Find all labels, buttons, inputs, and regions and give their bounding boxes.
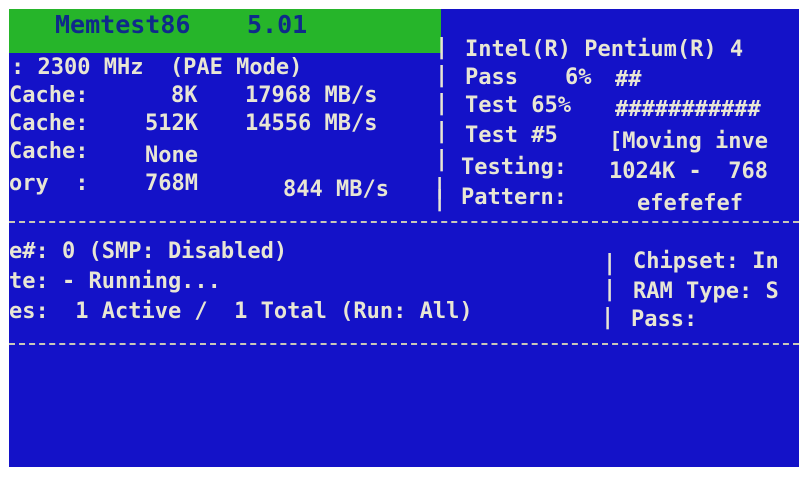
run-state: te: - Running...	[9, 269, 221, 294]
test-progress-bar: ###########	[615, 97, 761, 122]
core-status: e#: 0 (SMP: Disabled)	[9, 239, 288, 264]
l1-cache-speed: 17968 MB/s	[245, 83, 378, 108]
chipset-label: Chipset: In	[633, 249, 779, 274]
column-separator: |	[435, 91, 449, 116]
app-title: Memtest86	[55, 10, 191, 39]
l1-cache-label: Cache:	[9, 83, 89, 108]
memory-label: ory :	[9, 171, 89, 196]
l2-cache-size: 512K	[145, 111, 198, 136]
l2-cache-speed: 14556 MB/s	[245, 111, 378, 136]
column-separator: |	[603, 277, 617, 302]
testing-label: Testing:	[461, 155, 567, 180]
l3-cache-label: Cache:	[9, 139, 89, 164]
cpu-clock: : 2300 MHz (PAE Mode)	[11, 55, 303, 80]
memtest-screen: Memtest86 5.01 : 2300 MHz (PAE Mode) Cac…	[9, 9, 799, 467]
section-divider	[9, 221, 799, 223]
column-separator: |	[435, 119, 449, 144]
column-separator: |	[433, 187, 447, 212]
pass-percent: 6%	[565, 65, 592, 90]
column-separator: |	[435, 63, 449, 88]
column-separator: |	[603, 251, 617, 276]
l2-cache-label: Cache:	[9, 111, 89, 136]
test-label: Test 65%	[465, 93, 571, 118]
test-number-label: Test #5	[465, 123, 558, 148]
ram-type-label: RAM Type: S	[633, 279, 779, 304]
cpu-model: Intel(R) Pentium(R) 4	[465, 37, 744, 62]
column-separator: |	[435, 35, 449, 60]
section-divider-lower	[9, 343, 799, 345]
column-separator: |	[601, 305, 615, 330]
pass-progress-bar: ##	[615, 67, 642, 92]
l1-cache-size: 8K	[171, 83, 198, 108]
column-separator: |	[435, 147, 449, 172]
title-banner: Memtest86 5.01	[9, 9, 441, 53]
testing-range: 1024K - 768	[609, 159, 768, 184]
pass-label: Pass	[465, 65, 518, 90]
l3-cache-size: None	[145, 143, 198, 168]
memory-size: 768M	[145, 171, 198, 196]
pattern-value: efefefef	[637, 191, 743, 216]
status-pass-label: Pass:	[631, 307, 698, 332]
memory-speed: 844 MB/s	[283, 177, 389, 202]
test-description: [Moving inve	[609, 129, 768, 154]
pattern-label: Pattern:	[461, 185, 567, 210]
cores-status: es: 1 Active / 1 Total (Run: All)	[9, 299, 473, 324]
app-version: 5.01	[247, 10, 308, 39]
